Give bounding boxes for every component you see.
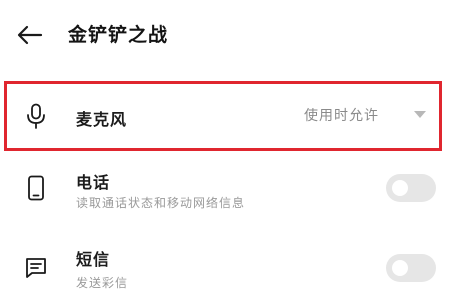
toggle-knob <box>392 180 408 196</box>
arrow-left-icon <box>17 25 43 45</box>
permission-description: 读取通话状态和移动网络信息 <box>76 196 246 210</box>
app-header: 金铲铲之战 <box>0 0 456 70</box>
toggle-knob <box>392 260 408 276</box>
permission-row-sms[interactable]: 短信 发送彩信 <box>0 238 456 298</box>
permission-title: 电话 <box>76 173 111 192</box>
message-icon <box>22 254 50 282</box>
back-button[interactable] <box>14 22 46 48</box>
sms-toggle[interactable] <box>386 254 436 282</box>
highlight-box <box>4 81 442 151</box>
page-title: 金铲铲之战 <box>68 24 169 46</box>
phone-toggle[interactable] <box>386 174 436 202</box>
phone-icon <box>22 174 50 202</box>
permission-title: 短信 <box>76 250 111 269</box>
permission-description: 发送彩信 <box>76 276 129 290</box>
permission-row-phone[interactable]: 电话 读取通话状态和移动网络信息 <box>0 160 456 220</box>
